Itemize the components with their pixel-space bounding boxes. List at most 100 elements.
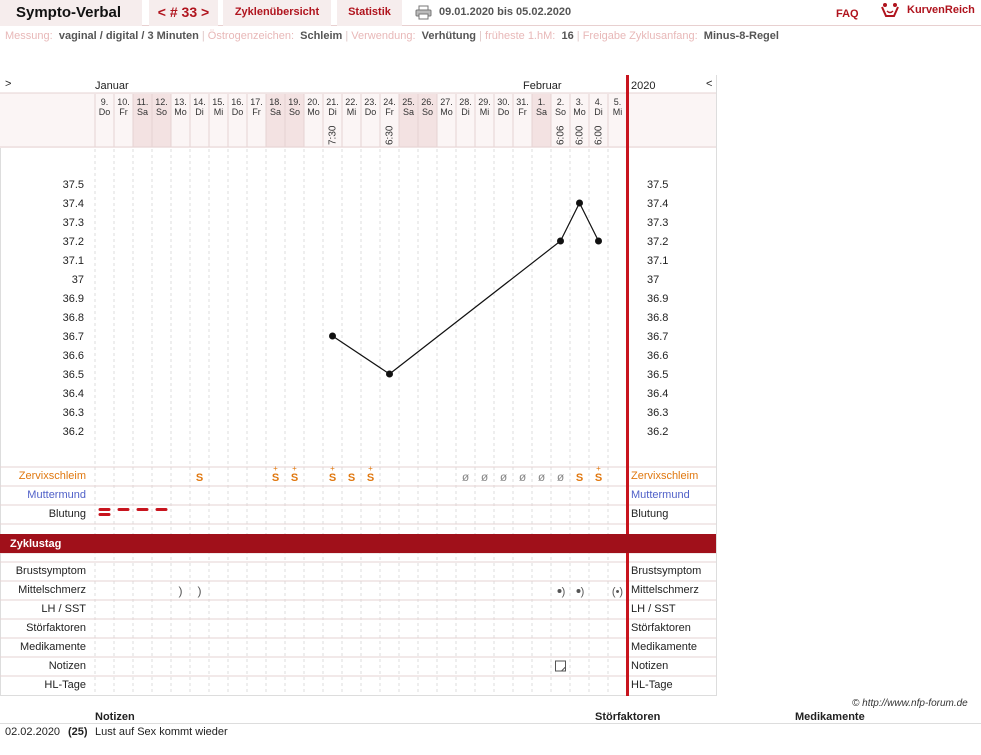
row-label-muttermund-right: Muttermund <box>631 489 690 501</box>
zervix-plus-mark: + <box>596 464 601 473</box>
measure-time: 6:00 <box>575 125 586 145</box>
y-tick-label: 37.3 <box>647 217 668 229</box>
stoer-col-header: Störfaktoren <box>595 711 661 723</box>
date-label: 30. <box>497 97 510 107</box>
note-date: 02.02.2020 <box>5 726 61 738</box>
date-label: 9. <box>101 97 109 107</box>
tab-zyklenuebersicht[interactable]: Zyklenübersicht <box>223 0 331 26</box>
meta-value: Minus-8-Regel <box>703 30 779 42</box>
y-tick-label: 37.5 <box>647 179 668 191</box>
y-tick-label: 37 <box>72 274 84 286</box>
notes-col-header: Notizen <box>95 711 135 723</box>
zervix-s-mark: S <box>329 472 336 484</box>
zervix-dry-mark: ø <box>557 470 565 484</box>
weekday-label: Di <box>328 107 337 117</box>
row-label-brust-right: Brustsymptom <box>631 565 702 577</box>
meta-value: vaginal / digital / 3 Minuten <box>58 30 199 42</box>
weekday-label: Mo <box>440 107 453 117</box>
weekday-label: Fr <box>518 107 527 117</box>
weekday-label: Di <box>461 107 470 117</box>
row-label-mittelschmerz: Mittelschmerz <box>18 584 86 596</box>
copyright[interactable]: © http://www.nfp-forum.de <box>852 698 968 709</box>
zervix-s-mark: S <box>595 472 602 484</box>
weekday-label: Fr <box>252 107 261 117</box>
y-tick-label: 36.4 <box>647 388 668 400</box>
zervix-dry-mark: ø <box>481 470 489 484</box>
date-label: 27. <box>440 97 453 107</box>
y-tick-label: 36.9 <box>63 293 84 305</box>
cycle-nav[interactable]: < # 33 > <box>149 0 218 26</box>
row-label-medi: Medikamente <box>19 641 86 653</box>
meta-label: Messung: <box>5 30 53 42</box>
kurvenreich-logo-icon[interactable] <box>880 2 900 20</box>
year-label: 2020 <box>631 80 655 92</box>
date-label: 11. <box>137 97 149 107</box>
zervix-s-mark: S <box>367 472 374 484</box>
weekday-label: So <box>555 107 566 117</box>
weekday-label: Mi <box>480 107 490 117</box>
mittelschmerz-mark: (•) <box>612 586 623 598</box>
tab-statistik[interactable]: Statistik <box>337 0 402 26</box>
temperature-point <box>329 332 336 340</box>
bleeding-mark <box>155 508 168 511</box>
date-label: 28. <box>459 97 472 107</box>
weekday-label: Fr <box>385 107 394 117</box>
cycle-chart: > Januar Februar 2020 <9.Do10.Fr11.Sa12.So13… <box>0 75 717 696</box>
date-label: 17. <box>250 97 263 107</box>
date-label: 18. <box>269 97 282 107</box>
bleeding-mark <box>117 508 130 511</box>
bleeding-mark <box>136 508 149 511</box>
weekday-label: Sa <box>270 107 281 117</box>
nav-prev: > <box>5 78 11 90</box>
date-label: 29. <box>478 97 491 107</box>
date-label: 10. <box>117 97 130 107</box>
weekday-label: So <box>156 107 167 117</box>
mittelschmerz-mark: ) <box>562 586 566 598</box>
y-tick-label: 37.1 <box>63 255 84 267</box>
y-tick-label: 37.3 <box>63 217 84 229</box>
weekday-label: Di <box>594 107 603 117</box>
date-label: 22. <box>345 97 358 107</box>
zervix-s-mark: S <box>576 472 583 484</box>
row-label-notizen-right: Notizen <box>631 660 669 672</box>
date-label: 2. <box>557 97 565 107</box>
date-label: 3. <box>576 97 584 107</box>
measure-time: 6:06 <box>556 125 567 145</box>
date-label: 31. <box>516 97 529 107</box>
printer-icon[interactable] <box>415 5 432 20</box>
meta-value: Schleim <box>300 30 343 42</box>
y-tick-label: 36.5 <box>647 369 668 381</box>
date-label: 23. <box>364 97 377 107</box>
row-label-zervix-right: Zervixschleim <box>631 470 699 482</box>
zervix-dry-mark: ø <box>462 470 470 484</box>
weekday-label: Do <box>498 107 510 117</box>
zervix-s-mark: S <box>196 472 203 484</box>
row-label-zervix: Zervixschleim <box>18 470 86 482</box>
top-bar: Sympto-Verbal < # 33 > Zyklenübersicht S… <box>0 0 981 26</box>
date-label: 4. <box>595 97 603 107</box>
y-tick-label: 36.2 <box>647 426 668 438</box>
note-day: (25) <box>68 726 88 738</box>
zervix-plus-mark: + <box>292 464 297 473</box>
bleeding-mark <box>98 508 111 511</box>
measurement-info: Messung: vaginal / digital / 3 Minuten |… <box>5 30 779 42</box>
y-tick-label: 37.4 <box>63 198 84 210</box>
date-label: 5. <box>614 97 622 107</box>
date-label: 14. <box>193 97 206 107</box>
logo-text[interactable]: KurvenReich <box>907 4 975 16</box>
date-label: 15. <box>212 97 225 107</box>
measure-time: 6:30 <box>385 125 396 145</box>
faq-link[interactable]: FAQ <box>836 8 859 20</box>
date-label: 13. <box>174 97 187 107</box>
y-tick-label: 36.8 <box>647 312 668 324</box>
temperature-point <box>557 237 564 245</box>
meta-label: Östrogenzeichen: <box>207 30 294 42</box>
y-tick-label: 36.6 <box>63 350 84 362</box>
y-tick-label: 36.2 <box>63 426 84 438</box>
meta-value: 16 <box>561 30 574 42</box>
row-label-hl: HL-Tage <box>44 679 86 691</box>
zervix-s-mark: S <box>291 472 298 484</box>
note-text: Lust auf Sex kommt wieder <box>95 726 228 738</box>
y-tick-label: 37.1 <box>647 255 668 267</box>
row-label-notizen: Notizen <box>48 660 86 672</box>
